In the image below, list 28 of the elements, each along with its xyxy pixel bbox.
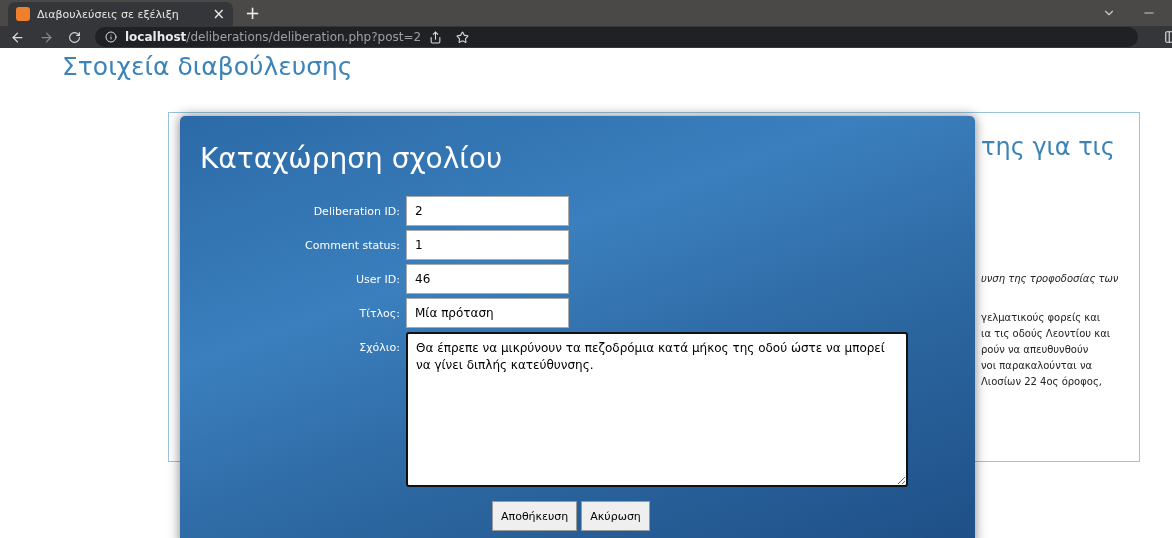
info-icon[interactable] xyxy=(105,31,117,43)
tab-title: Διαβουλεύσεις σε εξέλιξη xyxy=(37,7,180,21)
star-icon[interactable] xyxy=(456,30,470,44)
new-tab-button[interactable]: + xyxy=(245,2,261,23)
page-heading: Στοιχεία διαβούλευσης xyxy=(61,51,354,83)
favicon-icon xyxy=(16,7,30,21)
field-label: Τίτλος: xyxy=(358,306,400,320)
input-field[interactable]: Μία πρόταση xyxy=(406,298,569,328)
card-paragraph: γελματικούς φορείς και ια τις οδούς Λεοντίου και ρούν να απευθυνθούν νοι παρακαλούνται να Λιοσίων 22 4ος όροφος, xyxy=(981,311,1112,389)
address-bar[interactable]: localhost/deliberations/deliberation.php?post=2 xyxy=(95,27,1138,47)
field-label: Σχόλιο: xyxy=(358,340,400,354)
field-label: Deliberation ID: xyxy=(312,204,400,218)
dialog-title: Καταχώρηση σχολίου xyxy=(200,142,504,177)
card-title: της για τις xyxy=(981,133,1116,161)
comment-textarea[interactable]: Θα έπρεπε να μικρύνουν τα πεζοδρόμια κατά μήκος της οδού ώστε να μπορεί να γίνει διπλής κατεύθυνσης. xyxy=(406,332,908,487)
share-icon[interactable] xyxy=(429,30,443,44)
field-label: User ID: xyxy=(355,272,400,286)
field-label: Comment status: xyxy=(304,238,400,252)
save-button[interactable]: Αποθήκευση xyxy=(492,501,578,531)
input-field[interactable]: 1 xyxy=(406,230,569,260)
card-subtitle: υνση της τροφοδοσίας των xyxy=(981,273,1120,284)
reload-icon[interactable] xyxy=(68,30,81,44)
input-field[interactable]: 46 xyxy=(406,264,569,294)
cancel-button[interactable]: Ακύρωση xyxy=(581,501,650,531)
browser-tab[interactable]: Διαβουλεύσεις σε εξέλιξη × xyxy=(8,2,233,26)
forward-arrow-icon[interactable] xyxy=(39,29,54,45)
input-field[interactable]: 2 xyxy=(406,196,569,226)
close-tab-button[interactable]: × xyxy=(212,5,225,23)
